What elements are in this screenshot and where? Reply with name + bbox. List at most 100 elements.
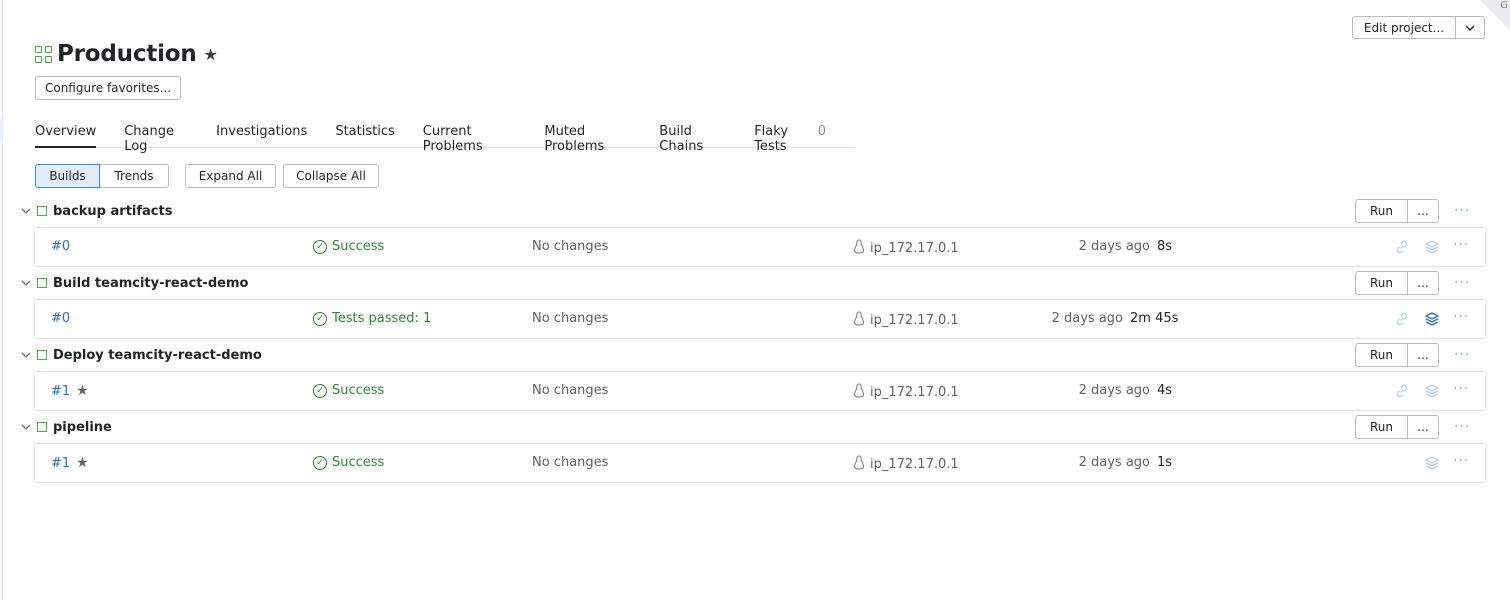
link-icon[interactable] bbox=[1393, 382, 1411, 400]
more-actions-icon[interactable]: ··· bbox=[1454, 203, 1470, 219]
build-type-header: Build teamcity-react-demo Run... ··· bbox=[18, 271, 1488, 295]
build-type-status-icon bbox=[37, 422, 47, 432]
build-start-time: 2 days ago bbox=[1078, 383, 1150, 398]
tab-overview[interactable]: Overview bbox=[35, 118, 97, 148]
layers-icon[interactable] bbox=[1423, 238, 1441, 256]
build-status-text: Success bbox=[332, 239, 385, 254]
expand-all-button[interactable]: Expand All bbox=[185, 164, 276, 188]
build-number-link[interactable]: #0 bbox=[51, 239, 70, 254]
success-check-icon: ✓ bbox=[313, 311, 327, 326]
edit-project-dropdown-button[interactable] bbox=[1456, 16, 1485, 39]
agent-name: ip_172.17.0.1 bbox=[870, 313, 959, 328]
build-actions-icon[interactable]: ··· bbox=[1453, 237, 1469, 253]
build-number: #1 bbox=[51, 383, 71, 399]
build-start-time: 2 days ago bbox=[1078, 239, 1150, 254]
agent-link[interactable]: ip_172.17.0.1 bbox=[853, 239, 959, 258]
run-options-button[interactable]: ... bbox=[1408, 343, 1439, 367]
tab-bar: Overview Change Log Investigations Statisti… bbox=[35, 118, 854, 154]
tab-build-chains[interactable]: Build Chains bbox=[659, 118, 726, 154]
agent-link[interactable]: ip_172.17.0.1 bbox=[853, 311, 959, 330]
run-button[interactable]: Run bbox=[1355, 271, 1408, 295]
more-actions-icon[interactable]: ··· bbox=[1454, 275, 1470, 291]
changes-link[interactable]: No changes bbox=[532, 239, 608, 254]
tab-statistics[interactable]: Statistics bbox=[335, 118, 394, 148]
tab-change-log[interactable]: Change Log bbox=[124, 118, 188, 154]
more-actions-icon[interactable]: ··· bbox=[1454, 419, 1470, 435]
more-actions-icon[interactable]: ··· bbox=[1454, 347, 1470, 363]
build-type-status-icon bbox=[37, 206, 47, 216]
builds-view-button[interactable]: Builds bbox=[35, 164, 100, 188]
build-number: #0 bbox=[51, 239, 71, 254]
tab-flaky-tests[interactable]: Flaky Tests 0 bbox=[754, 118, 826, 154]
tab-label: Overview bbox=[35, 124, 97, 139]
collapse-chevron-icon[interactable] bbox=[18, 278, 34, 289]
run-button[interactable]: Run bbox=[1355, 199, 1408, 223]
edit-project-button[interactable]: Edit project... bbox=[1352, 16, 1456, 39]
build-status-text: Success bbox=[332, 383, 385, 398]
edit-project-group: Edit project... bbox=[1352, 16, 1485, 39]
build-duration: 8s bbox=[1157, 239, 1173, 254]
build-status[interactable]: ✓ Success bbox=[313, 239, 384, 254]
build-type-name[interactable]: Deploy teamcity-react-demo bbox=[53, 348, 262, 363]
pinned-star-icon: ★ bbox=[76, 383, 89, 399]
collapse-all-button[interactable]: Collapse All bbox=[283, 164, 379, 188]
build-status[interactable]: ✓ Tests passed: 1 bbox=[313, 311, 431, 326]
changes-link[interactable]: No changes bbox=[532, 455, 608, 470]
build-actions-icon[interactable]: ··· bbox=[1453, 309, 1469, 325]
build-row: #1 ★ ✓ Success No changes ip_172.17.0.1 2 days… bbox=[34, 443, 1486, 483]
build-actions-icon[interactable]: ··· bbox=[1453, 381, 1469, 397]
build-number-link[interactable]: #1 ★ bbox=[51, 455, 89, 471]
agent-link[interactable]: ip_172.17.0.1 bbox=[853, 383, 959, 402]
link-icon[interactable] bbox=[1393, 238, 1411, 256]
layers-icon[interactable] bbox=[1423, 382, 1441, 400]
build-type-name[interactable]: Build teamcity-react-demo bbox=[53, 276, 248, 291]
collapse-chevron-icon[interactable] bbox=[18, 422, 34, 433]
run-button-group: Run... bbox=[1355, 199, 1439, 223]
build-status[interactable]: ✓ Success bbox=[313, 383, 384, 398]
changes-link[interactable]: No changes bbox=[532, 383, 608, 398]
build-number: #1 bbox=[51, 455, 71, 471]
build-type-header: Deploy teamcity-react-demo Run... ··· bbox=[18, 343, 1488, 367]
run-button-group: Run... bbox=[1355, 343, 1439, 367]
build-type-name[interactable]: backup artifacts bbox=[53, 204, 172, 219]
build-type-name[interactable]: pipeline bbox=[53, 420, 112, 435]
linux-agent-icon bbox=[853, 383, 870, 402]
collapse-chevron-icon[interactable] bbox=[18, 206, 34, 217]
run-button[interactable]: Run bbox=[1355, 415, 1408, 439]
build-number-link[interactable]: #1 ★ bbox=[51, 383, 89, 399]
build-row: #0 ✓ Tests passed: 1 No changes ip_172.17.0.… bbox=[34, 299, 1486, 339]
project-grid-icon bbox=[35, 45, 52, 63]
linux-agent-icon bbox=[853, 239, 870, 258]
layers-icon[interactable] bbox=[1423, 310, 1441, 328]
tab-investigations[interactable]: Investigations bbox=[216, 118, 307, 148]
build-number-link[interactable]: #0 bbox=[51, 311, 70, 326]
tab-current-problems[interactable]: Current Problems bbox=[423, 118, 517, 154]
run-options-button[interactable]: ... bbox=[1408, 415, 1439, 439]
page-title: Production bbox=[57, 41, 197, 67]
view-switcher: Builds Trends bbox=[35, 164, 169, 188]
build-actions-icon[interactable]: ··· bbox=[1453, 453, 1469, 469]
run-options-button[interactable]: ... bbox=[1408, 199, 1439, 223]
build-type-status-icon bbox=[37, 350, 47, 360]
run-button[interactable]: Run bbox=[1355, 343, 1408, 367]
link-icon[interactable] bbox=[1393, 310, 1411, 328]
changes-link[interactable]: No changes bbox=[532, 311, 608, 326]
trends-view-button[interactable]: Trends bbox=[100, 164, 169, 188]
configure-favorites-button[interactable]: Configure favorites... bbox=[35, 76, 181, 100]
build-status-text: Tests passed: 1 bbox=[332, 311, 432, 326]
pinned-star-icon: ★ bbox=[76, 455, 89, 471]
success-check-icon: ✓ bbox=[313, 239, 327, 254]
build-status-text: Success bbox=[332, 455, 385, 470]
collapse-chevron-icon[interactable] bbox=[18, 350, 34, 361]
layers-icon[interactable] bbox=[1423, 454, 1441, 472]
favorite-star-icon[interactable]: ★ bbox=[204, 45, 218, 64]
build-status[interactable]: ✓ Success bbox=[313, 455, 384, 470]
build-number: #0 bbox=[51, 311, 71, 326]
tab-label: Build Chains bbox=[659, 124, 704, 154]
agent-link[interactable]: ip_172.17.0.1 bbox=[853, 455, 959, 474]
build-type-header: pipeline Run... ··· bbox=[18, 415, 1488, 439]
run-options-button[interactable]: ... bbox=[1408, 271, 1439, 295]
tab-label: Change Log bbox=[124, 124, 174, 154]
tab-muted-problems[interactable]: Muted Problems bbox=[544, 118, 631, 154]
run-button-group: Run... bbox=[1355, 415, 1439, 439]
